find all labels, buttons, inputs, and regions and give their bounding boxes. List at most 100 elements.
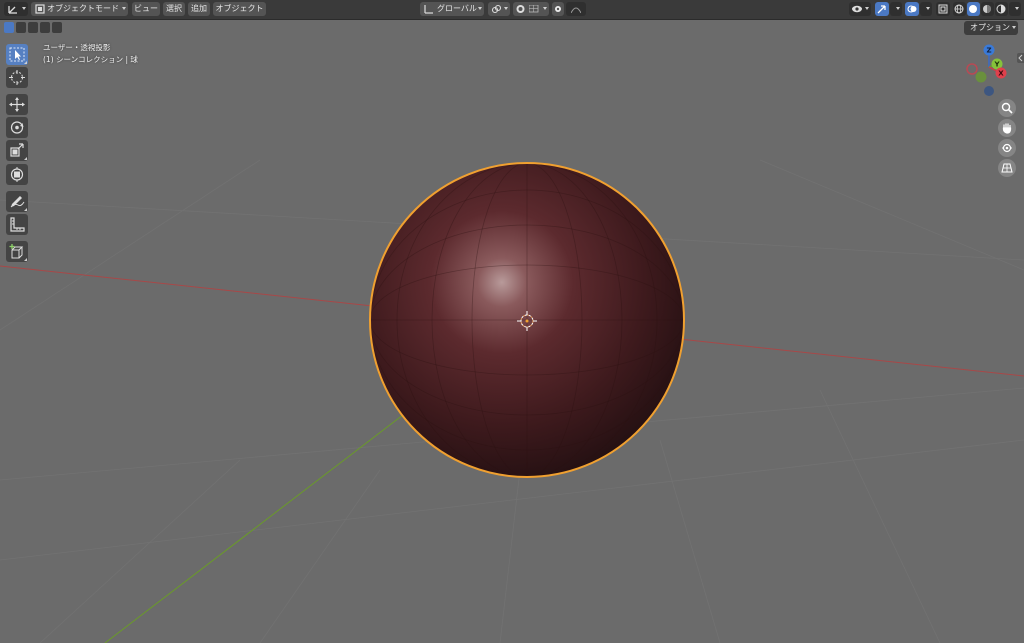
chevron-left-icon: [1018, 54, 1023, 62]
sidebar-toggle[interactable]: [1017, 53, 1024, 63]
xray-toggle[interactable]: [936, 2, 950, 16]
options-button[interactable]: オプション: [964, 21, 1018, 35]
camera-view-button[interactable]: [998, 139, 1016, 157]
xray-icon: [938, 4, 948, 14]
scene-canvas[interactable]: [0, 0, 1024, 643]
chevron-down-icon: [926, 7, 930, 10]
3d-viewport[interactable]: オブジェクトモード ビュー 選択 追加 オブジェクト グローバル オプション ユ…: [0, 0, 1024, 643]
chevron-down-icon: [504, 7, 508, 10]
neg-y-axis-dot[interactable]: [975, 71, 987, 83]
navigation-gizmo[interactable]: Z Y X: [960, 40, 1020, 100]
overlay-circles-icon: [907, 5, 917, 13]
orientation-label: グローバル: [437, 4, 477, 13]
shading-solid[interactable]: [967, 2, 980, 16]
gizmo-arrow-icon: [877, 5, 886, 14]
move-arrows-icon: [9, 97, 25, 112]
select-new-icon[interactable]: [4, 22, 14, 33]
transform-icon: [10, 167, 24, 182]
grid-perspective-icon: [1001, 163, 1013, 173]
transform-tool[interactable]: [6, 164, 28, 185]
shading-dropdown[interactable]: [1009, 2, 1021, 16]
gizmo-toggle[interactable]: [875, 2, 889, 16]
x-axis-label: X: [998, 70, 1004, 78]
solid-shading-icon: [969, 5, 977, 13]
chevron-down-icon: [122, 7, 126, 10]
scale-icon: [10, 143, 24, 157]
y-axis-label: Y: [993, 61, 1000, 69]
select-tool[interactable]: [6, 44, 28, 65]
material-preview-icon: [983, 5, 991, 13]
select-difference-icon[interactable]: [40, 22, 50, 33]
mode-label: オブジェクトモード: [47, 4, 119, 13]
chevron-down-icon: [896, 7, 900, 10]
editor-type-button[interactable]: [4, 2, 28, 16]
annotate-tool[interactable]: [6, 191, 28, 212]
viewport-header: オブジェクトモード ビュー 選択 追加 オブジェクト グローバル: [0, 0, 1024, 20]
3d-cursor-icon: [9, 70, 25, 85]
chevron-down-icon: [1012, 26, 1016, 29]
proportional-edit-icon: [555, 6, 561, 12]
hand-pan-icon: [1002, 123, 1012, 134]
pencil-icon: [10, 196, 25, 208]
perspective-toggle-button[interactable]: [998, 159, 1016, 177]
add-cube-tool[interactable]: [6, 241, 28, 262]
scale-tool[interactable]: [6, 140, 28, 161]
object-mode-icon: [35, 4, 45, 14]
z-axis-label: Z: [986, 47, 991, 55]
select-extend-icon[interactable]: [16, 22, 26, 33]
proportional-edit-toggle[interactable]: [552, 2, 564, 16]
camera-view-icon: [1002, 143, 1012, 153]
select-subtract-icon[interactable]: [28, 22, 38, 33]
overlay-toggle[interactable]: [905, 2, 919, 16]
ruler-icon: [10, 217, 25, 232]
transform-orientation-dropdown[interactable]: グローバル: [420, 2, 484, 16]
measure-tool[interactable]: [6, 214, 28, 235]
orientation-axes-icon: [424, 5, 433, 14]
chevron-corner-icon: [24, 208, 27, 211]
collection-label: (1) シーンコレクション | 球: [43, 55, 138, 64]
chevron-down-icon: [865, 7, 869, 10]
menu-view[interactable]: ビュー: [132, 2, 160, 16]
link-icon: [491, 4, 502, 14]
chevron-corner-icon: [24, 157, 27, 160]
eye-icon: [852, 5, 862, 13]
menu-add[interactable]: 追加: [188, 2, 210, 16]
zoom-icon: [1001, 102, 1013, 114]
select-intersect-icon[interactable]: [52, 22, 62, 33]
chevron-down-icon: [22, 7, 26, 10]
neg-z-axis-dot[interactable]: [984, 86, 994, 96]
cursor-tool[interactable]: [6, 67, 28, 88]
rendered-icon: [996, 4, 1006, 14]
zoom-button[interactable]: [998, 99, 1016, 117]
wireframe-icon: [954, 4, 964, 14]
mode-dropdown[interactable]: オブジェクトモード: [31, 2, 128, 16]
snap-increment-icon: [529, 5, 539, 13]
gizmo-dropdown[interactable]: [890, 2, 902, 16]
neg-x-axis-dot[interactable]: [966, 63, 978, 75]
pivot-point-dropdown[interactable]: [488, 2, 510, 16]
visibility-dropdown[interactable]: [849, 2, 871, 16]
menu-object[interactable]: オブジェクト: [213, 2, 266, 16]
move-tool[interactable]: [6, 94, 28, 115]
snap-toggle[interactable]: [513, 2, 549, 16]
falloff-curve-icon: [571, 7, 581, 13]
shading-rendered[interactable]: [995, 2, 1008, 16]
shading-material[interactable]: [981, 2, 994, 16]
proportional-falloff-dropdown[interactable]: [566, 2, 586, 16]
chevron-down-icon: [478, 7, 482, 10]
view-name-label: ユーザー・透視投影: [43, 43, 111, 52]
overlay-dropdown[interactable]: [920, 2, 932, 16]
chevron-corner-icon: [24, 61, 27, 64]
cursor-arrow-icon: [9, 47, 25, 62]
rotate-tool[interactable]: [6, 117, 28, 138]
chevron-down-icon: [1015, 7, 1019, 10]
options-label: オプション: [970, 23, 1010, 32]
3d-viewport-icon: [8, 6, 17, 14]
pan-button[interactable]: [998, 119, 1016, 137]
add-cube-icon: [9, 244, 24, 259]
snap-magnet-icon: [516, 5, 525, 13]
shading-wireframe[interactable]: [953, 2, 966, 16]
chevron-corner-icon: [24, 258, 27, 261]
rotate-icon: [10, 121, 24, 134]
menu-select[interactable]: 選択: [163, 2, 185, 16]
